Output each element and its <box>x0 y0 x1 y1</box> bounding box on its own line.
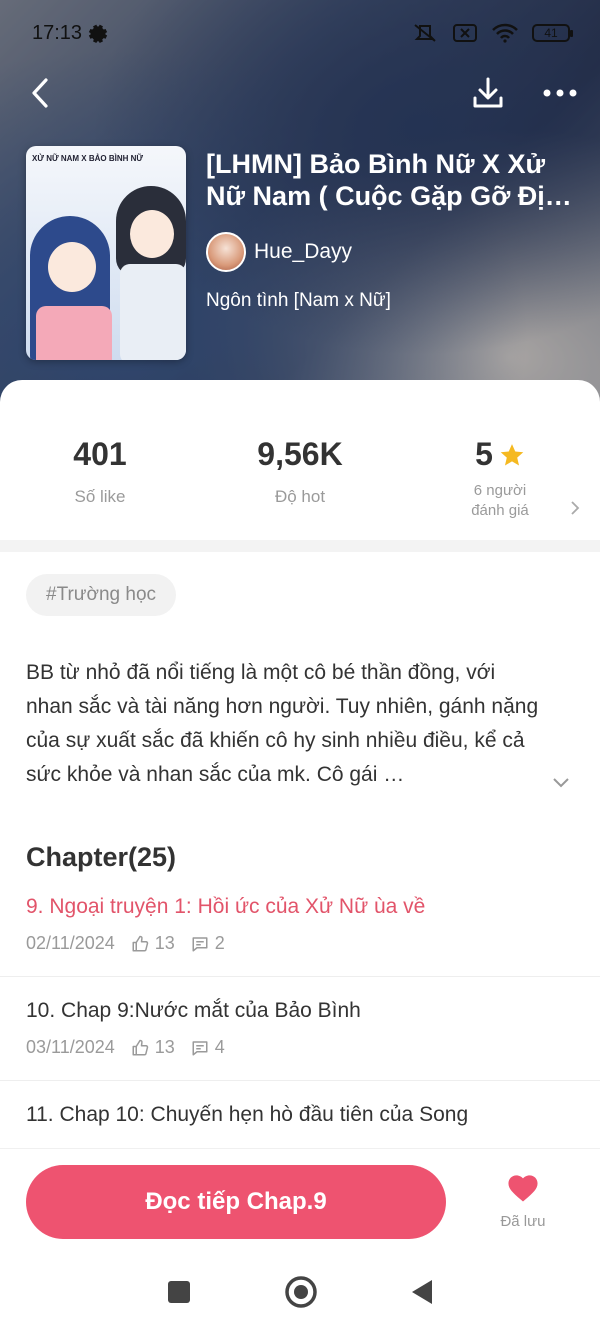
cover-title-text: XỬ NỮ NAM X BẢO BÌNH NỮ <box>32 154 144 163</box>
thumbs-up-icon <box>132 935 149 951</box>
home-icon[interactable] <box>284 1275 318 1309</box>
saved-label: Đã lưu <box>500 1213 546 1230</box>
recent-apps-icon[interactable] <box>166 1279 192 1305</box>
heart-icon <box>508 1175 538 1202</box>
download-button[interactable] <box>468 73 508 113</box>
chapter-item[interactable]: 9. Ngoại truyện 1: Hồi ức của Xử Nữ ùa v… <box>0 873 600 977</box>
hot-count: 9,56K <box>257 436 343 472</box>
chapter-meta: 02/11/2024 13 2 <box>26 933 574 954</box>
status-bar: 17:13 41 <box>32 18 573 48</box>
description-text: BB từ nhỏ đã nổi tiếng là một cô bé thần… <box>26 661 539 786</box>
chapters-heading: Chapter(25) <box>26 842 177 872</box>
chevron-right-icon <box>571 501 580 515</box>
chevron-left-icon <box>32 78 48 108</box>
chapter-comments: 2 <box>214 933 225 953</box>
chapter-title: 11. Chap 10: Chuyến hẹn hò đầu tiên của … <box>26 1103 469 1126</box>
comment-icon <box>192 936 208 951</box>
chevron-down-icon[interactable] <box>552 776 570 788</box>
chapter-date: 02/11/2024 <box>26 933 115 953</box>
stat-hot: 9,56K Độ hot <box>220 436 380 540</box>
chapter-likes: 13 <box>154 933 175 953</box>
top-nav <box>20 70 580 116</box>
status-time: 17:13 <box>32 21 83 44</box>
stat-rating[interactable]: 5 6 người đánh giá <box>420 436 580 540</box>
book-title: [LHMN] Bảo Bình Nữ X Xử Nữ Nam ( Cuộc Gặ… <box>206 149 572 211</box>
battery-indicator: 41 <box>532 24 573 42</box>
rating-value-row: 5 <box>420 436 580 473</box>
chapter-title: 10. Chap 9:Nước mắt của Bảo Bình <box>26 999 361 1022</box>
likes-label: Số like <box>74 487 126 506</box>
bottom-action-bar: Đọc tiếp Chap.9 Đã lưu <box>0 1148 600 1248</box>
chapter-comments: 4 <box>214 1037 225 1057</box>
settings-icon <box>88 24 108 43</box>
download-icon <box>473 77 503 108</box>
stat-likes: 401 Số like <box>20 436 180 540</box>
comment-icon <box>192 1040 208 1055</box>
book-genre[interactable]: Ngôn tình [Nam x Nữ] <box>206 290 580 312</box>
more-options-button[interactable] <box>540 73 580 113</box>
more-dots-icon <box>543 89 577 97</box>
book-cover[interactable]: XỬ NỮ NAM X BẢO BÌNH NỮ <box>26 146 186 360</box>
author-name[interactable]: Hue_Dayy <box>254 240 352 264</box>
hero-header: 17:13 41 XỬ NỮ NAM X BẢO BÌNH NỮ [LHMN] <box>0 0 600 420</box>
chapter-item[interactable]: 10. Chap 9:Nước mắt của Bảo Bình 03/11/2… <box>0 977 600 1081</box>
back-triangle-icon[interactable] <box>410 1278 434 1306</box>
system-nav-bar <box>0 1250 600 1333</box>
continue-reading-button[interactable]: Đọc tiếp Chap.9 <box>26 1165 446 1239</box>
star-icon <box>500 443 524 466</box>
description[interactable]: BB từ nhỏ đã nổi tiếng là một cô bé thần… <box>26 656 574 792</box>
hot-label: Độ hot <box>274 487 326 506</box>
no-sim-icon <box>453 24 477 42</box>
saved-button[interactable]: Đã lưu <box>490 1171 556 1230</box>
tag-chip[interactable]: #Trường học <box>26 574 177 616</box>
stats-row: 401 Số like 9,56K Độ hot 5 6 người đánh … <box>0 380 600 540</box>
author-row[interactable]: Hue_Dayy <box>206 232 580 272</box>
chapter-likes: 13 <box>154 1037 175 1057</box>
author-avatar[interactable] <box>206 232 246 272</box>
wifi-icon <box>492 23 518 43</box>
chapter-date: 03/11/2024 <box>26 1037 115 1057</box>
rating-value: 5 <box>475 436 493 472</box>
mute-icon <box>414 24 436 42</box>
chapter-title: 9. Ngoại truyện 1: Hồi ức của Xử Nữ ùa v… <box>26 895 426 918</box>
likes-count: 401 <box>73 436 127 472</box>
thumbs-up-icon <box>132 1039 149 1055</box>
rating-label: 6 người đánh giá <box>471 482 529 519</box>
book-info: [LHMN] Bảo Bình Nữ X Xử Nữ Nam ( Cuộc Gặ… <box>206 148 580 312</box>
section-divider <box>0 540 600 552</box>
back-button[interactable] <box>20 73 60 113</box>
chapter-meta: 03/11/2024 13 4 <box>26 1037 574 1058</box>
